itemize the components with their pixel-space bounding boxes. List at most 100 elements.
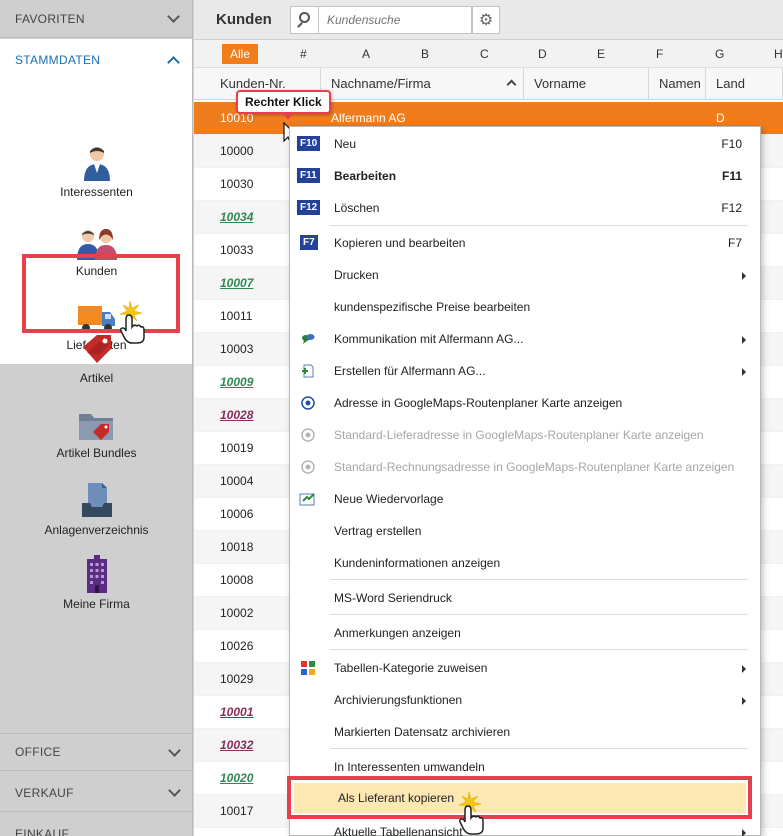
letter-filter-a[interactable]: A: [362, 47, 370, 61]
menu-separator: [330, 649, 748, 650]
menu-item-label: Löschen: [334, 201, 380, 215]
stammdaten-panel: Interessenten Kunden Lieferante: [0, 81, 192, 364]
sidebar-section-einkauf[interactable]: EINKAUF: [0, 815, 193, 836]
menu-item-label: Als Lieferant kopieren: [338, 791, 455, 805]
menu-item-standard-rechnungsadresse[interactable]: Standard-Rechnungsadresse in GoogleMaps-…: [290, 452, 760, 482]
menu-shortcut: F11: [721, 169, 742, 183]
sidebar-section-office[interactable]: OFFICE: [0, 733, 193, 771]
menu-item-tabellen-kategorie[interactable]: Tabellen-Kategorie zuweisen: [290, 653, 760, 683]
cell-nr: 10034: [220, 210, 254, 224]
menu-item-msword[interactable]: MS-Word Seriendruck: [290, 583, 760, 613]
new-document-icon: [302, 364, 314, 378]
cell-nr: 10009: [220, 375, 254, 389]
letter-filter-d[interactable]: D: [538, 47, 547, 61]
gear-icon[interactable]: ⚙: [472, 5, 500, 34]
f7-key-icon: F7: [300, 235, 318, 250]
sidebar-section-stammdaten[interactable]: STAMMDATEN: [0, 39, 192, 81]
menu-item-preise[interactable]: kundenspezifische Preise bearbeiten: [290, 292, 760, 322]
column-header-land[interactable]: Land: [706, 68, 783, 100]
column-header-name[interactable]: Nachname/Firma: [321, 68, 524, 100]
sidebar-section-label: VERKAUF: [15, 785, 74, 800]
cell-nr: 10032: [220, 738, 254, 752]
menu-item-neu[interactable]: F10 Neu F10: [290, 129, 760, 159]
menu-item-drucken[interactable]: Drucken: [290, 260, 760, 290]
menu-item-tabellenansicht[interactable]: Aktuelle Tabellenansicht: [290, 817, 760, 836]
submenu-arrow-icon: [742, 665, 746, 673]
menu-item-archivierungsfunktionen[interactable]: Archivierungsfunktionen: [290, 685, 760, 715]
sidebar-section-label: OFFICE: [15, 745, 61, 759]
menu-separator: [330, 748, 748, 749]
letter-filter-bar: Alle # A B C D E F G H: [194, 40, 783, 68]
menu-item-adresse[interactable]: Adresse in GoogleMaps-Routenplaner Karte…: [290, 388, 760, 418]
menu-item-label: kundenspezifische Preise bearbeiten: [334, 300, 531, 314]
menu-item-label: Neu: [334, 137, 357, 151]
submenu-arrow-icon: [742, 368, 746, 376]
submenu-arrow-icon: [742, 829, 746, 836]
menu-item-erstellen[interactable]: Erstellen für Alfermann AG...: [290, 356, 760, 386]
menu-item-als-lieferant-kopieren[interactable]: Als Lieferant kopieren: [294, 783, 746, 813]
menu-item-anmerkungen[interactable]: Anmerkungen anzeigen: [290, 618, 760, 648]
cell-nr: 10006: [220, 507, 254, 521]
menu-item-label: Vertrag erstellen: [334, 524, 422, 538]
menu-item-label: Archivierungsfunktionen: [334, 693, 463, 707]
column-header-vorname[interactable]: Vorname: [524, 68, 649, 100]
menu-item-label: Anmerkungen anzeigen: [334, 626, 461, 640]
menu-item-kundeninformationen[interactable]: Kundeninformationen anzeigen: [290, 548, 760, 578]
person-icon: [83, 147, 110, 181]
sidebar-section-label: FAVORITEN: [15, 11, 85, 26]
selection-highlight: [22, 254, 180, 333]
sidebar-item-label: Anlagenverzeichnis: [44, 523, 149, 537]
submenu-arrow-icon: [742, 697, 746, 705]
sidebar-item-artikel-bundles[interactable]: Artikel Bundles: [0, 410, 193, 460]
sidebar-section-verkauf[interactable]: VERKAUF: [0, 774, 193, 812]
menu-shortcut: F7: [727, 236, 742, 250]
cell-nr: 10018: [220, 540, 254, 554]
letter-filter-g[interactable]: G: [715, 47, 724, 61]
letter-filter-b[interactable]: B: [421, 47, 429, 61]
menu-item-label: Kopieren und bearbeiten: [334, 236, 466, 250]
letter-filter-h[interactable]: H: [774, 47, 783, 61]
f11-key-icon: F11: [297, 168, 320, 183]
menu-shortcut: F12: [721, 201, 742, 215]
callout-tail: [282, 112, 294, 120]
chevron-down-icon: [168, 743, 181, 757]
menu-item-label: Erstellen für Alfermann AG...: [334, 364, 486, 378]
page-title: Kunden: [216, 11, 272, 28]
menu-item-kopieren[interactable]: F7 Kopieren und bearbeiten F7: [290, 228, 760, 258]
target-location-icon: [301, 428, 315, 442]
sidebar-section-favoriten[interactable]: FAVORITEN: [0, 0, 192, 38]
search-input[interactable]: [319, 7, 469, 32]
folder-tag-icon: [78, 414, 113, 440]
letter-filter-c[interactable]: C: [480, 47, 489, 61]
letter-filter-hash[interactable]: #: [300, 47, 307, 61]
menu-item-vertrag[interactable]: Vertrag erstellen: [290, 516, 760, 546]
document-tray-icon: [81, 483, 112, 517]
cell-nr: 10007: [220, 276, 254, 290]
sidebar-item-artikel[interactable]: Artikel: [0, 333, 193, 385]
cell-nr: 10030: [220, 177, 254, 191]
sidebar-item-anlagenverzeichnis[interactable]: Anlagenverzeichnis: [0, 481, 193, 537]
target-location-icon: [301, 396, 315, 410]
menu-item-standard-lieferadresse[interactable]: Standard-Lieferadresse in GoogleMaps-Rou…: [290, 420, 760, 450]
sidebar-item-meine-firma[interactable]: Meine Firma: [0, 555, 193, 611]
menu-item-kommunikation[interactable]: Kommunikation mit Alfermann AG...: [290, 324, 760, 354]
letter-filter-e[interactable]: E: [597, 47, 605, 61]
cell-nr: 10008: [220, 573, 254, 587]
menu-item-archivieren[interactable]: Markierten Datensatz archivieren: [290, 717, 760, 747]
menu-item-label: Tabellen-Kategorie zuweisen: [334, 661, 488, 675]
sidebar-section-label: STAMMDATEN: [15, 53, 101, 67]
menu-item-loeschen[interactable]: F12 Löschen F12: [290, 193, 760, 223]
menu-item-wiedervorlage[interactable]: Neue Wiedervorlage: [290, 484, 760, 514]
search-icon[interactable]: [291, 6, 319, 33]
search-box: [290, 5, 472, 34]
f10-key-icon: F10: [297, 136, 321, 151]
column-header-namen[interactable]: Namen: [649, 68, 706, 100]
sidebar-item-interessenten[interactable]: Interessenten: [0, 145, 193, 199]
menu-item-bearbeiten[interactable]: F11 Bearbeiten F11: [290, 161, 760, 191]
cell-nr: 10011: [220, 309, 253, 323]
cell-nr: 10020: [220, 771, 254, 785]
chevron-down-icon: [167, 10, 180, 23]
letter-filter-all[interactable]: Alle: [222, 44, 259, 64]
menu-item-label: Kundeninformationen anzeigen: [334, 556, 501, 570]
letter-filter-f[interactable]: F: [656, 47, 663, 61]
